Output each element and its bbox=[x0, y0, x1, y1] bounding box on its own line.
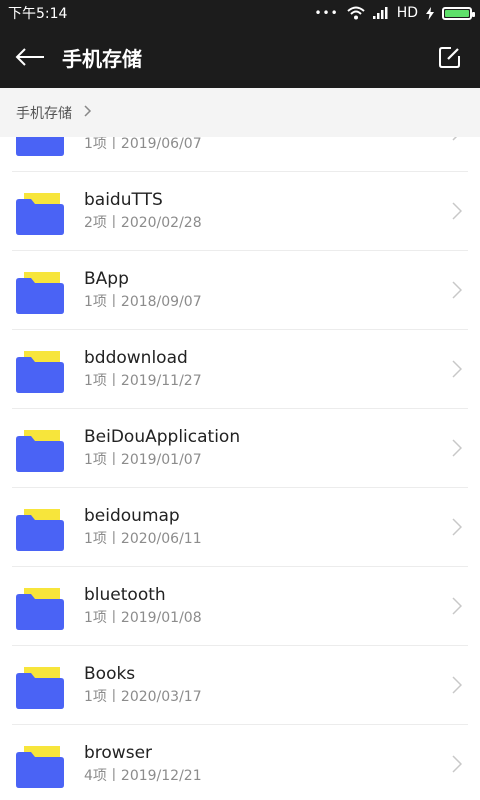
list-item-text: baiduTTS 2项丨2020/02/28 bbox=[84, 189, 202, 232]
chevron-right-icon bbox=[452, 597, 462, 615]
chevron-right-icon bbox=[452, 360, 462, 378]
list-item[interactable]: bddownload 1项丨2019/11/27 bbox=[0, 330, 480, 409]
back-button[interactable] bbox=[0, 26, 60, 88]
edit-icon bbox=[439, 47, 460, 68]
list-item[interactable]: beidoumap 1项丨2020/06/11 bbox=[0, 488, 480, 567]
folder-icon bbox=[16, 509, 64, 551]
folder-meta: 1项丨2019/01/08 bbox=[84, 610, 202, 626]
folder-name: BApp bbox=[84, 269, 129, 289]
list-item[interactable]: BeiDouApplication 1项丨2019/01/07 bbox=[0, 409, 480, 488]
folder-meta: 1项丨2019/11/27 bbox=[84, 373, 202, 389]
folder-meta: 2项丨2020/02/28 bbox=[84, 215, 202, 231]
breadcrumb-chevron-icon bbox=[84, 104, 92, 121]
title-bar: 手机存储 bbox=[0, 26, 480, 88]
battery-icon bbox=[442, 6, 475, 20]
list-item[interactable]: bluetooth 1项丨2019/01/08 bbox=[0, 567, 480, 646]
status-bar: 下午5:14 ••• HD bbox=[0, 0, 480, 26]
folder-icon bbox=[16, 351, 64, 393]
folder-icon bbox=[16, 430, 64, 472]
list-item-text: BeiDouApplication 1项丨2019/01/07 bbox=[84, 426, 240, 469]
list-item[interactable]: BApp 1项丨2018/09/07 bbox=[0, 251, 480, 330]
list-item-text: bddownload 1项丨2019/11/27 bbox=[84, 347, 202, 390]
folder-name: BeiDouApplication bbox=[84, 427, 241, 447]
chevron-right-icon bbox=[452, 439, 462, 457]
breadcrumb-item-phone-storage[interactable]: 手机存储 bbox=[16, 103, 72, 123]
folder-meta: 1项丨2019/06/07 bbox=[84, 137, 202, 152]
file-list[interactable]: 1项丨2019/06/07 baiduTTS 2项丨2020/02/28 BAp… bbox=[0, 137, 480, 800]
chevron-right-icon bbox=[452, 202, 462, 220]
folder-icon bbox=[16, 272, 64, 314]
folder-name: bddownload bbox=[84, 348, 188, 368]
list-item-text: 1项丨2019/06/07 bbox=[84, 137, 202, 153]
folder-icon bbox=[16, 193, 64, 235]
status-icons: ••• HD bbox=[314, 5, 475, 21]
chevron-right-icon bbox=[452, 281, 462, 299]
folder-icon bbox=[16, 588, 64, 630]
arrow-left-icon bbox=[15, 48, 44, 66]
chevron-right-icon bbox=[452, 755, 462, 773]
list-item-text: beidoumap 1项丨2020/06/11 bbox=[84, 505, 202, 548]
folder-name: bluetooth bbox=[84, 585, 166, 605]
chevron-right-icon bbox=[452, 676, 462, 694]
edit-button[interactable] bbox=[420, 26, 480, 88]
folder-name: browser bbox=[84, 743, 153, 763]
list-item-text: bluetooth 1项丨2019/01/08 bbox=[84, 584, 202, 627]
folder-name: beidoumap bbox=[84, 506, 180, 526]
list-item-text: Books 1项丨2020/03/17 bbox=[84, 663, 202, 706]
charging-icon bbox=[426, 6, 434, 20]
folder-icon bbox=[16, 746, 64, 788]
folder-meta: 1项丨2019/01/07 bbox=[84, 452, 202, 468]
list-item-text: BApp 1项丨2018/09/07 bbox=[84, 268, 202, 311]
folder-meta: 1项丨2020/06/11 bbox=[84, 531, 202, 547]
chevron-right-icon bbox=[452, 518, 462, 536]
folder-meta: 1项丨2020/03/17 bbox=[84, 689, 202, 705]
battery-level bbox=[445, 9, 469, 17]
wifi-icon bbox=[347, 6, 365, 20]
notification-dots: ••• bbox=[314, 6, 339, 20]
folder-icon bbox=[16, 667, 64, 709]
folder-meta: 4项丨2019/12/21 bbox=[84, 768, 202, 784]
network-type: HD bbox=[396, 5, 418, 21]
list-item[interactable]: baiduTTS 2项丨2020/02/28 bbox=[0, 172, 480, 251]
list-item[interactable]: Books 1项丨2020/03/17 bbox=[0, 646, 480, 725]
folder-icon bbox=[16, 137, 64, 156]
list-item[interactable]: 1项丨2019/06/07 bbox=[0, 137, 480, 172]
breadcrumb: 手机存储 bbox=[0, 88, 480, 137]
folder-name: baiduTTS bbox=[84, 190, 163, 210]
status-time: 下午5:14 bbox=[8, 6, 68, 22]
list-item[interactable]: browser 4项丨2019/12/21 bbox=[0, 725, 480, 800]
signal-icon bbox=[372, 7, 388, 19]
folder-meta: 1项丨2018/09/07 bbox=[84, 294, 202, 310]
folder-name: Books bbox=[84, 664, 136, 684]
page-title: 手机存储 bbox=[62, 46, 142, 71]
chevron-right-icon bbox=[452, 137, 458, 141]
list-item-text: browser 4项丨2019/12/21 bbox=[84, 742, 202, 785]
